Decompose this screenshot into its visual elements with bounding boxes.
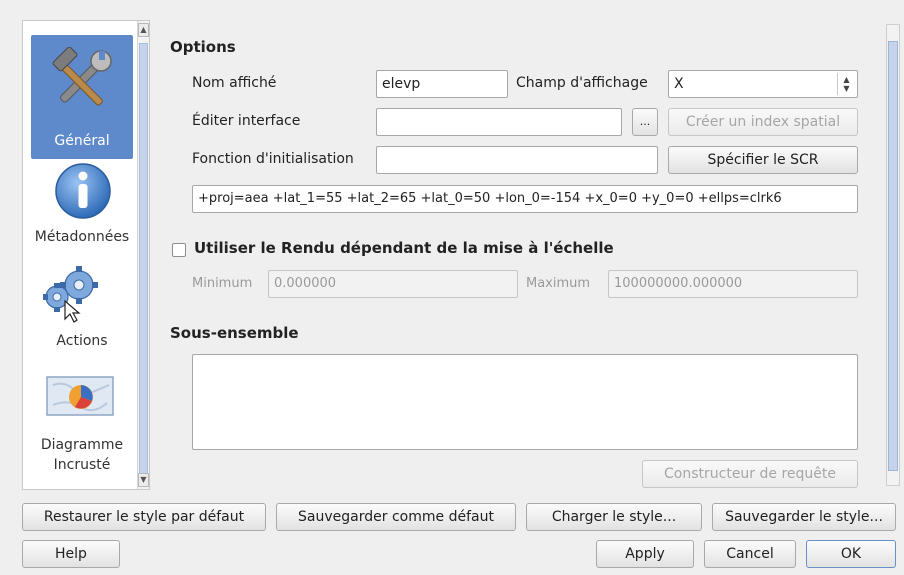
display-name-input[interactable]: elevp [376,70,508,98]
sidebar-item-metadata[interactable]: Métadonnées [23,161,141,261]
edit-ui-label: Éditer interface [192,113,301,129]
query-builder-button[interactable]: Constructeur de requête [642,460,858,488]
sidebar-item-diagram[interactable]: Diagramme Incrusté [23,371,141,489]
max-scale-input[interactable]: 100000000.000000 [608,270,858,298]
max-scale-label: Maximum [526,276,591,291]
sidebar-item-label: Actions [56,333,108,349]
chart-map-icon [46,376,114,416]
save-style-button[interactable]: Sauvegarder le style... [712,503,896,531]
display-field-label: Champ d'affichage [516,75,648,91]
sidebar-scroll-thumb[interactable] [139,43,148,483]
main-scrollbar[interactable] [886,24,900,486]
specify-crs-button[interactable]: Spécifier le SCR [668,146,858,174]
sidebar: Général Métadonnées Actions Diagramme In… [22,20,150,490]
help-button[interactable]: Help [22,540,120,568]
create-spatial-index-button[interactable]: Créer un index spatial [668,108,858,136]
min-scale-label: Minimum [192,276,253,291]
save-as-default-button[interactable]: Sauvegarder comme défaut [276,503,516,531]
ok-button[interactable]: OK [806,540,896,568]
init-function-label: Fonction d'initialisation [192,151,354,167]
restore-default-style-button[interactable]: Restaurer le style par défaut [22,503,266,531]
scroll-down-icon[interactable]: ▼ [138,473,149,487]
cancel-button[interactable]: Cancel [704,540,796,568]
info-icon [55,163,111,219]
load-style-button[interactable]: Charger le style... [526,503,702,531]
apply-button[interactable]: Apply [596,540,694,568]
main-scroll-thumb[interactable] [888,41,898,471]
tools-icon [52,47,112,106]
display-field-select[interactable]: X ▲ ▼ [668,70,858,98]
subset-title: Sous-ensemble [170,324,299,342]
general-panel: Options Nom affiché elevp Champ d'affich… [158,20,888,490]
scale-checkbox-label[interactable]: Utiliser le Rendu dépendant de la mise à… [194,239,614,257]
sidebar-item-label: Diagramme [40,437,124,453]
crs-string-field[interactable]: +proj=aea +lat_1=55 +lat_2=65 +lat_0=50 … [192,185,858,213]
min-scale-input[interactable]: 0.000000 [268,270,518,298]
sidebar-item-label: Général [54,133,110,149]
display-field-value: X [674,76,684,92]
sidebar-item-general[interactable]: Général [23,35,141,159]
subset-textarea[interactable] [192,354,858,450]
display-name-label: Nom affiché [192,75,277,91]
edit-ui-input[interactable] [376,108,622,136]
sidebar-item-actions[interactable]: Actions [23,261,141,361]
sidebar-scrollbar[interactable]: ▲ ▼ [137,21,149,489]
sidebar-item-label-line2: Incrusté [53,457,111,473]
spinner-arrows-icon: ▲ ▼ [837,73,855,95]
init-function-input[interactable] [376,146,658,174]
sidebar-item-label: Métadonnées [34,229,130,245]
scale-checkbox[interactable] [172,243,186,257]
browse-button[interactable]: ... [632,108,658,136]
scroll-up-icon[interactable]: ▲ [138,23,149,37]
options-title: Options [170,38,236,56]
gears-icon [43,266,98,323]
